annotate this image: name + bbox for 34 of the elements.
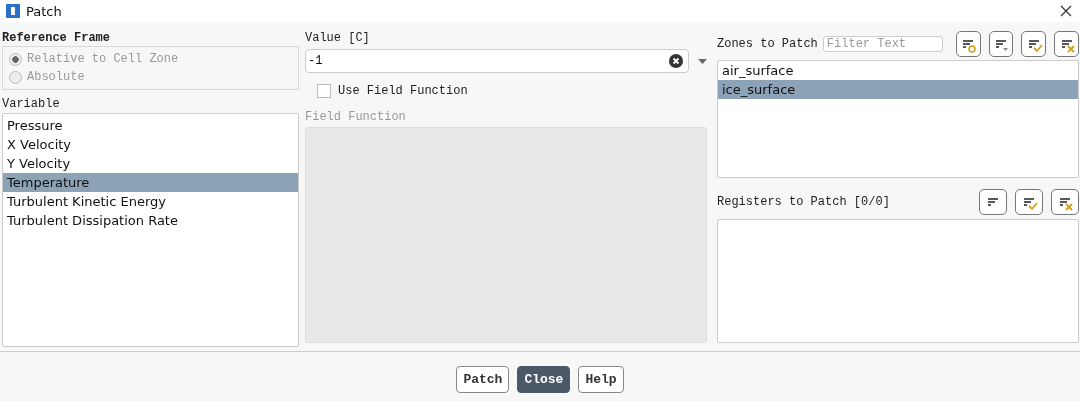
list-item[interactable]: X Velocity	[3, 135, 298, 154]
toolbar-button[interactable]	[1051, 189, 1079, 215]
field-label: Field Function	[305, 109, 407, 125]
list-item[interactable]: Turbulent Kinetic Energy	[3, 192, 298, 211]
list-item[interactable]: Temperature	[3, 173, 298, 192]
dialog-button[interactable]: Help	[578, 366, 624, 393]
toolbar-button[interactable]	[1015, 189, 1043, 215]
value-field[interactable]: -1	[305, 49, 689, 73]
list-item[interactable]: Pressure	[3, 116, 298, 135]
dialog-button[interactable]: Patch	[456, 366, 510, 393]
list-item[interactable]: Turbulent Dissipation Rate	[3, 211, 298, 230]
radio-label: Absolute	[27, 70, 85, 84]
toolbar-button[interactable]	[955, 31, 981, 57]
checkbox[interactable]: Use Field Function	[317, 83, 707, 99]
list-item[interactable]: Y Velocity	[3, 154, 298, 173]
list-item[interactable]: ice_surface	[718, 80, 1078, 99]
radio-label: Relative to Cell Zone	[27, 52, 179, 66]
toolbar-button[interactable]	[988, 31, 1014, 57]
section-label: Registers to Patch [0/0]	[717, 194, 890, 210]
toolbar-button[interactable]	[1021, 31, 1047, 57]
clear-icon[interactable]	[669, 54, 683, 68]
section-label: Variable	[2, 96, 61, 112]
field-label: Value [C]	[305, 30, 371, 46]
window-title: Patch	[26, 3, 62, 19]
dialog-button[interactable]: Close	[517, 366, 571, 393]
app-icon	[6, 4, 20, 18]
section-label: Zones to Patch	[717, 36, 818, 52]
toolbar-button[interactable]	[979, 189, 1007, 215]
close-button[interactable]	[1058, 3, 1074, 19]
list-item[interactable]: air_surface	[718, 61, 1078, 80]
section-label: Reference Frame	[2, 30, 112, 46]
dropdown-arrow-icon[interactable]	[698, 58, 707, 64]
filter-field[interactable]: Filter Text	[822, 36, 943, 52]
toolbar-button[interactable]	[1054, 31, 1079, 57]
